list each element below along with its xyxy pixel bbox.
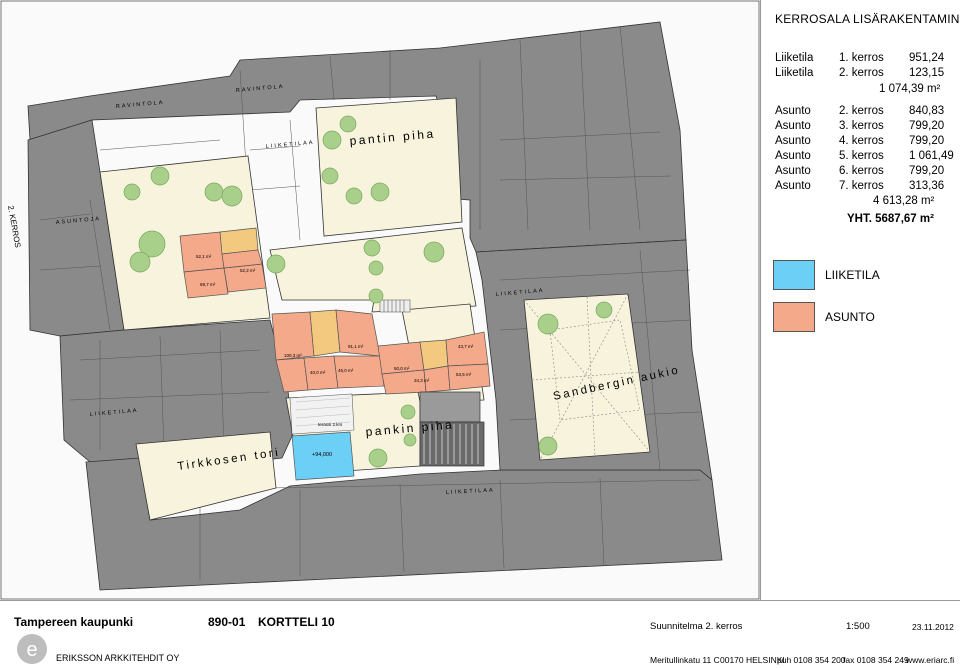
asunto-label: ASUNTO (825, 310, 875, 324)
legend-row-floor: 2. kerros (839, 67, 884, 79)
tree (204, 182, 224, 202)
client-name: Tampereen kaupunki (14, 615, 134, 629)
office-logo-icon: e (17, 634, 47, 664)
legend-row-type: Asunto (775, 180, 811, 192)
tree (537, 313, 559, 335)
liiketila-label: LIIKETILA (825, 268, 880, 282)
area-label: 91,1 m² (348, 344, 364, 349)
tree (322, 130, 342, 150)
title-block: Tampereen kaupunki 890-01 KORTTELI 10 Su… (0, 600, 960, 668)
terrace-label: terassi 2.krs (318, 422, 343, 427)
tree (368, 260, 384, 276)
apartments-upper (179, 227, 267, 299)
courtyard-pantin-piha (315, 97, 463, 237)
office-phone: puh 0108 354 200 (777, 655, 846, 665)
tree (403, 433, 417, 447)
tree (221, 185, 243, 207)
tree (266, 254, 286, 274)
legend-row-area: 799,20 (909, 120, 945, 132)
area-label: 52,1 m² (196, 254, 212, 259)
legend-row-area: 799,20 (909, 165, 945, 177)
svg-text:e: e (26, 639, 37, 661)
legend-row-floor: 4. kerros (839, 135, 884, 147)
area-label: 43,7 m² (458, 344, 474, 349)
tree (368, 288, 384, 304)
legend-row-area: 1 061,49 (909, 150, 954, 162)
area-label: 50,0 m² (394, 366, 410, 371)
office-name: ERIKSSON ARKKITEHDIT OY (56, 653, 180, 663)
tree (339, 115, 357, 133)
tree (129, 251, 151, 273)
area-label: 52,2 m² (240, 268, 256, 273)
site-plan: pantin piha pankin piha Sandbergin aukio… (0, 0, 760, 600)
tree (123, 183, 141, 201)
legend-row-type: Asunto (775, 165, 811, 177)
stairs-central (379, 299, 411, 313)
legend-row-area: 313,36 (909, 180, 945, 192)
legend-row-type: Asunto (775, 135, 811, 147)
legend-row-floor: 5. kerros (839, 150, 884, 162)
legend-row-floor: 2. kerros (839, 105, 884, 117)
legend-row-floor: 7. kerros (839, 180, 884, 192)
area-label: 34,3 m² (414, 378, 430, 383)
legend-row-type: Asunto (775, 120, 811, 132)
tree (363, 239, 381, 257)
project-number: 890-01 (208, 615, 246, 629)
area-label: 69,7 m² (200, 282, 216, 287)
tree (538, 436, 558, 456)
grand-total: YHT. 5687,67 m² (847, 213, 934, 225)
tree (423, 241, 445, 263)
tree (595, 301, 613, 319)
drawing-title: Suunnitelma 2. kerros (650, 621, 743, 632)
block-name: KORTTELI 10 (258, 615, 335, 629)
office-web: www.eriarc.fi (906, 655, 955, 665)
legend-title: KERROSALA LISÄRAKENTAMINEN (775, 12, 960, 26)
legend-row-type: Asunto (775, 105, 811, 117)
legend-row-type: Liiketila (775, 52, 814, 64)
liiketila-swatch (773, 260, 815, 290)
tree (400, 404, 416, 420)
asunto-swatch (773, 302, 815, 332)
residential-subtotal: 4 613,28 m² (873, 195, 935, 207)
area-label: 53,5 m² (456, 372, 472, 377)
legend-row-type: Liiketila (775, 67, 814, 79)
commercial-subtotal: 1 074,39 m² (879, 83, 941, 95)
office-street: Meritullinkatu 11 C (650, 655, 720, 665)
area-label: 40,0 m² (310, 370, 326, 375)
area-label: 45,0 m² (338, 368, 354, 373)
drawing-date: 23.11.2012 (912, 622, 954, 632)
tree (150, 166, 170, 186)
legend-row-floor: 6. kerros (839, 165, 884, 177)
legend-row-floor: 3. kerros (839, 120, 884, 132)
legend-row-area: 123,15 (909, 67, 945, 79)
legend-row-type: Asunto (775, 150, 811, 162)
legend-row-area: 799,20 (909, 135, 945, 147)
elevation-label: +94,000 (312, 452, 332, 458)
legend-row-area: 840,83 (909, 105, 945, 117)
legend-row-area: 951,24 (909, 52, 945, 64)
tree (368, 448, 388, 468)
office-fax: fax 0108 354 249 (843, 655, 909, 665)
apartments-center (271, 309, 385, 393)
legend-row-floor: 1. kerros (839, 52, 884, 64)
tree (370, 182, 390, 202)
area-label: 100,3 m² (284, 353, 302, 358)
tree (345, 187, 363, 205)
tree (321, 167, 339, 185)
drawing-scale: 1:500 (846, 621, 870, 632)
area-legend: KERROSALA LISÄRAKENTAMINEN Liiketila 1. … (760, 0, 960, 600)
office-city: 00170 HELSINKI (720, 655, 785, 665)
